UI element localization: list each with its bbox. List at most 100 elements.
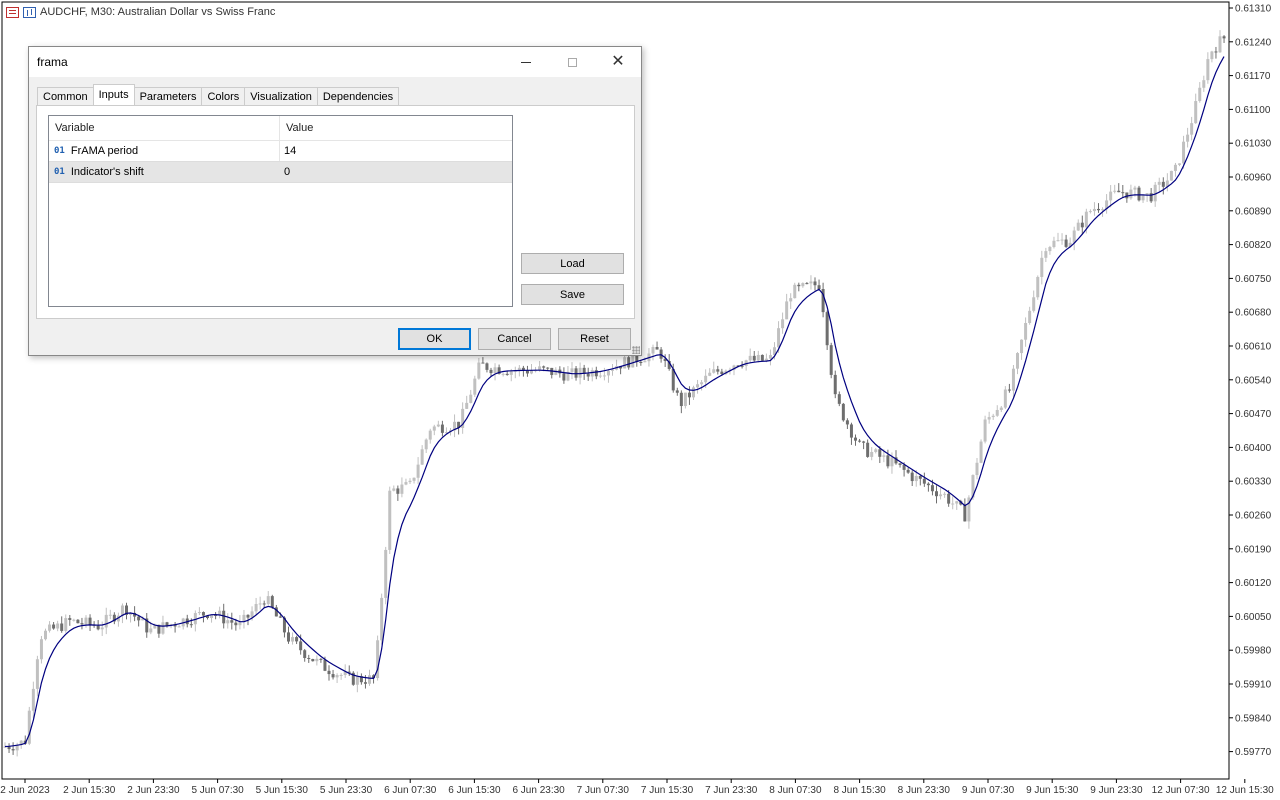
candle-body — [700, 382, 704, 385]
variable-name: Indicator's shift — [70, 166, 144, 178]
candle-body — [384, 549, 388, 598]
candle-body — [88, 617, 92, 625]
tab-visualization[interactable]: Visualization — [244, 87, 318, 105]
candle-body — [1052, 240, 1056, 248]
candle-body — [817, 285, 821, 290]
candle-body — [408, 480, 412, 483]
candle-body — [627, 357, 631, 368]
candle-body — [254, 604, 258, 612]
price-label: 0.61170 — [1235, 71, 1271, 82]
candle-body — [849, 424, 853, 438]
candle-body — [84, 617, 88, 625]
candle-body — [963, 504, 967, 522]
candle-body — [100, 627, 104, 630]
candle-body — [1097, 208, 1100, 211]
candle-body — [1222, 36, 1226, 39]
price-label: 0.59840 — [1235, 713, 1272, 724]
time-label: 6 Jun 15:30 — [448, 785, 501, 796]
candle-body — [602, 375, 606, 377]
candle-body — [1016, 353, 1019, 369]
candle-body — [926, 483, 930, 486]
candle-body — [696, 384, 700, 388]
column-header-value[interactable]: Value — [280, 116, 512, 140]
table-row[interactable]: 01 FrAMA period 14 — [49, 141, 512, 162]
table-row[interactable]: 01 Indicator's shift 0 — [49, 162, 512, 183]
candle-body — [335, 675, 339, 678]
candle-body — [1182, 141, 1186, 164]
save-button[interactable]: Save — [521, 284, 624, 305]
candle-body — [586, 373, 590, 377]
candle-body — [829, 345, 833, 375]
candle-body — [291, 637, 295, 642]
cancel-button[interactable]: Cancel — [478, 328, 551, 350]
chart-bars-icon[interactable] — [23, 6, 36, 18]
candle-body — [1060, 239, 1064, 241]
resize-grip[interactable] — [632, 346, 640, 354]
price-label: 0.61100 — [1235, 105, 1271, 116]
value-cell[interactable]: 0 — [280, 162, 512, 182]
dialog-titlebar[interactable]: frama ✕ — [29, 47, 641, 77]
candle-body — [161, 622, 165, 634]
candle-body — [262, 603, 266, 605]
chart-symbol-title: AUDCHF, M30: Australian Dollar vs Swiss … — [40, 6, 276, 18]
candle-body — [623, 357, 627, 369]
candle-body — [315, 658, 319, 662]
time-label: 2 Jun 15:30 — [63, 785, 116, 796]
candle-body — [878, 449, 882, 457]
value-cell[interactable]: 14 — [280, 141, 512, 161]
price-label: 0.60820 — [1235, 240, 1272, 251]
candle-body — [258, 603, 262, 605]
close-button[interactable]: ✕ — [595, 47, 641, 77]
candle-body — [708, 372, 712, 376]
minimize-button[interactable] — [503, 47, 549, 77]
candle-body — [546, 367, 550, 369]
close-icon: ✕ — [611, 53, 625, 70]
candle-body — [1190, 123, 1194, 135]
candle-body — [392, 488, 396, 491]
candle-body — [440, 424, 444, 433]
candle-body — [56, 623, 60, 629]
load-button[interactable]: Load — [521, 253, 624, 274]
candle-body — [1088, 211, 1092, 213]
time-label: 7 Jun 07:30 — [577, 785, 630, 796]
time-label: 5 Jun 07:30 — [191, 785, 244, 796]
inputs-panel: Variable Value 01 FrAMA period 14 01 Ind… — [36, 105, 635, 319]
candle-body — [809, 281, 813, 284]
price-label: 0.60750 — [1235, 274, 1272, 285]
reset-button[interactable]: Reset — [558, 328, 631, 350]
candle-body — [1040, 257, 1044, 277]
candle-body — [781, 319, 785, 329]
column-header-variable[interactable]: Variable — [49, 116, 280, 140]
tab-common[interactable]: Common — [37, 87, 94, 105]
candle-body — [1141, 195, 1145, 201]
candle-body — [1003, 389, 1007, 408]
candle-body — [420, 449, 424, 465]
candle-body — [716, 369, 720, 372]
candle-body — [319, 658, 323, 660]
candle-body — [845, 420, 849, 425]
candle-body — [679, 392, 683, 407]
tab-inputs[interactable]: Inputs — [92, 84, 135, 105]
maximize-icon — [567, 57, 577, 67]
time-label: 2 Jun 23:30 — [127, 785, 180, 796]
candle-body — [485, 363, 489, 370]
candle-body — [197, 612, 201, 614]
candle-body — [303, 650, 307, 658]
candle-body — [1044, 251, 1048, 258]
tab-parameters[interactable]: Parameters — [133, 87, 203, 105]
tab-colors[interactable]: Colors — [201, 87, 246, 105]
chart-list-icon[interactable] — [6, 6, 19, 18]
maximize-button[interactable] — [549, 47, 595, 77]
price-label: 0.60960 — [1235, 173, 1272, 184]
tab-dependencies[interactable]: Dependencies — [316, 87, 400, 105]
candle-body — [149, 628, 153, 633]
ok-button[interactable]: OK — [398, 328, 471, 350]
candle-body — [1210, 51, 1214, 60]
price-label: 0.60190 — [1235, 544, 1272, 555]
candle-body — [1157, 181, 1161, 185]
candle-body — [801, 283, 805, 287]
candle-body — [137, 616, 141, 621]
time-label: 6 Jun 23:30 — [512, 785, 565, 796]
price-label: 0.59770 — [1235, 747, 1272, 758]
candle-body — [935, 491, 938, 497]
